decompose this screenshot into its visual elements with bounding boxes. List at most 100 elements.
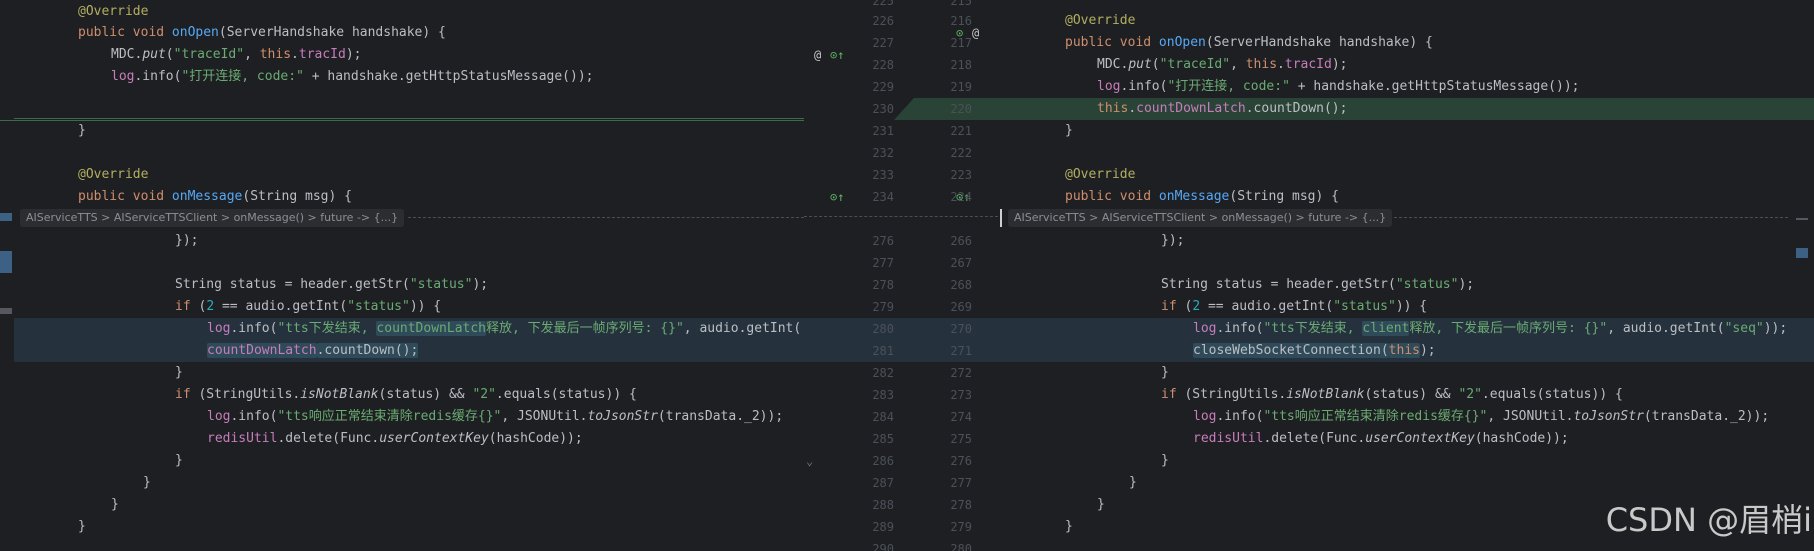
code-line: @Override [78,167,149,182]
line-number: 216 [950,14,972,28]
line-number: 282 [872,366,894,380]
line-number: 229 [872,80,894,94]
line-number: 275 [950,432,972,446]
line-number: 234 [872,190,894,204]
line-number: 227 [872,36,894,50]
code-line: @Override [78,4,149,19]
code-line: if (StringUtils.isNotBlank(status) && "2… [1161,387,1623,402]
code-line: if (2 == audio.getInt("status")) { [1161,299,1428,314]
line-number: 219 [950,80,972,94]
line-number: 286 [872,454,894,468]
right-diff-pane[interactable]: @Override public void onOpen(ServerHands… [998,0,1814,551]
line-number: 287 [872,476,894,490]
code-line: redisUtil.delete(Func.userContextKey(has… [1193,431,1569,446]
breadcrumb[interactable]: AIServiceTTS > AIServiceTTSClient > onMe… [20,209,405,227]
code-line: @Override [1065,167,1136,182]
fold-separator [408,217,804,220]
code-line: } [1161,453,1169,468]
line-number: 274 [950,410,972,424]
at-annotation-icon[interactable]: @ [972,22,979,44]
code-line: } [1065,123,1073,138]
text-caret [1000,209,1002,227]
line-number: 267 [950,256,972,270]
override-icon[interactable]: ⊙↑ [830,186,844,208]
line-number: 271 [950,344,972,358]
code-line: if (2 == audio.getInt("status")) { [175,299,442,314]
code-line: log.info("tts响应正常结束清除redis缓存{}", JSONUti… [1193,409,1770,424]
breadcrumb[interactable]: AIServiceTTS > AIServiceTTSClient > onMe… [1008,209,1393,227]
line-number: 223 [950,168,972,182]
line-number: 217 [950,36,972,50]
line-number: 280 [950,542,972,551]
code-line: public void onMessage(String msg) { [1065,189,1339,204]
line-number: 273 [950,388,972,402]
code-line: } [175,453,183,468]
line-number: 279 [950,520,972,534]
line-number: 228 [872,58,894,72]
changed-line: countDownLatch.countDown(); [14,340,804,362]
code-line: } [143,475,151,490]
line-number: 270 [950,322,972,336]
code-line: log.info("打开连接, code:" + handshake.getHt… [1097,79,1580,94]
line-number: 278 [950,498,972,512]
fold-separator [1394,217,1788,220]
line-number: 230 [872,102,894,116]
code-line: MDC.put("traceId", this.tracId); [111,47,362,62]
watermark: CSDN @眉梢i [1605,501,1812,539]
code-line: log.info("打开连接, code:" + handshake.getHt… [111,69,594,84]
diff-gutter[interactable]: @ ⊙↑ ⊙↑ ⊙ @ ⊙↑ ⌄ 225 226 227 228 229 230 231 23… [804,0,998,551]
folded-region[interactable]: AIServiceTTS > AIServiceTTSClient > onMe… [0,209,804,227]
line-number: 278 [872,278,894,292]
line-number: 220 [950,102,972,116]
line-number: 289 [872,520,894,534]
added-line: this.countDownLatch.countDown(); [998,98,1814,120]
change-marker [1796,218,1808,220]
code-line: public void onOpen(ServerHandshake hands… [1065,35,1433,50]
fold-chevron-icon[interactable]: ⌄ [806,450,813,472]
changed-line: closeWebSocketConnection(this); [998,340,1814,362]
line-number: 224 [950,190,972,204]
left-diff-pane[interactable]: @Override public void onOpen(ServerHands… [0,0,804,551]
change-marker [0,251,12,273]
fold-separator [804,216,998,218]
code-line: if (StringUtils.isNotBlank(status) && "2… [175,387,637,402]
line-number: 283 [872,388,894,402]
line-number: 231 [872,124,894,138]
code-line: } [78,123,86,138]
code-line: public void onOpen(ServerHandshake hands… [78,25,446,40]
line-number: 272 [950,366,972,380]
code-line: public void onMessage(String msg) { [78,189,352,204]
line-number: 269 [950,300,972,314]
line-number: 279 [872,300,894,314]
code-line: } [1129,475,1137,490]
line-number: 233 [872,168,894,182]
line-number: 288 [872,498,894,512]
line-number: 276 [950,454,972,468]
line-number: 285 [872,432,894,446]
code-line: } [78,519,86,534]
code-line: } [175,365,183,380]
override-icon[interactable]: ⊙↑ [830,44,844,66]
code-line: @Override [1065,13,1136,28]
line-number: 276 [872,234,894,248]
folded-region[interactable]: AIServiceTTS > AIServiceTTSClient > onMe… [998,209,1814,227]
line-number: 268 [950,278,972,292]
code-line: String status = header.getStr("status"); [1161,277,1475,292]
line-number: 290 [872,542,894,551]
at-annotation-icon[interactable]: @ [814,44,821,66]
code-line: MDC.put("traceId", this.tracId); [1097,57,1348,72]
code-line: String status = header.getStr("status"); [175,277,489,292]
deletion-marker-line [14,118,804,119]
line-number: 218 [950,58,972,72]
line-number: 280 [872,322,894,336]
line-number: 281 [872,344,894,358]
change-marker [0,213,12,221]
changed-line: log.info("tts下发结束, client释放, 下发最后一帧序列号: … [998,318,1814,340]
line-number: 277 [872,256,894,270]
code-line: } [1161,365,1169,380]
line-number: 221 [950,124,972,138]
line-number: 277 [950,476,972,490]
code-line: }); [1161,233,1185,248]
line-number: 232 [872,146,894,160]
code-line: log.info("tts响应正常结束清除redis缓存{}", JSONUti… [207,409,784,424]
